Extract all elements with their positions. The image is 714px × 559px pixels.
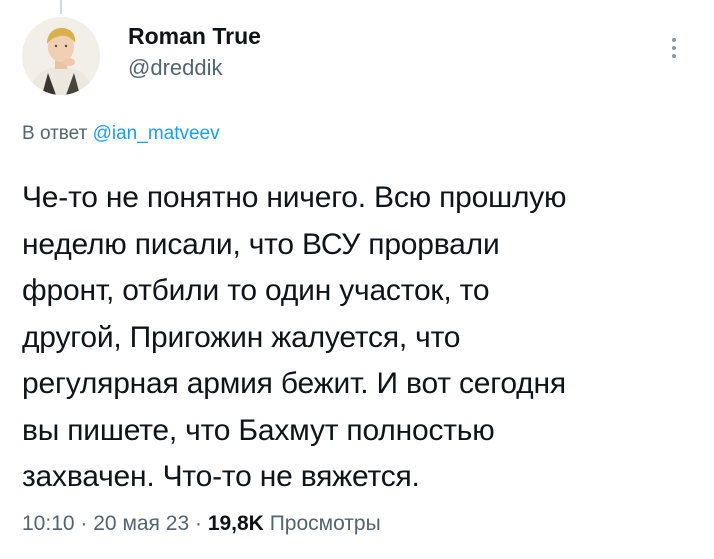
author-handle[interactable]: @dreddik	[128, 53, 261, 83]
tweet-time[interactable]: 10:10	[22, 512, 75, 535]
author-info: Roman True @dreddik	[128, 22, 261, 83]
reply-prefix: В ответ	[22, 123, 88, 144]
views-count[interactable]: 19,8K	[208, 512, 264, 535]
author-avatar[interactable]	[22, 17, 100, 95]
avatar-image	[22, 17, 100, 95]
views-label: Просмотры	[269, 512, 381, 535]
reply-context: В ответ @ian_matveev	[22, 122, 220, 146]
meta-separator: ·	[80, 512, 88, 535]
meta-separator: ·	[194, 512, 202, 535]
reply-mention-link[interactable]: @ian_matveev	[93, 123, 220, 144]
author-display-name[interactable]: Roman True	[128, 22, 261, 50]
tweet-metadata: 10:10 · 20 мая 23 · 19,8K Просмотры	[22, 509, 381, 539]
tweet-text: Че-то не понятно ничего. Всю прошлую нед…	[22, 181, 567, 493]
tweet-date[interactable]: 20 мая 23	[93, 512, 189, 535]
thread-connector-line	[60, 0, 62, 14]
more-vertical-icon[interactable]	[664, 34, 684, 62]
